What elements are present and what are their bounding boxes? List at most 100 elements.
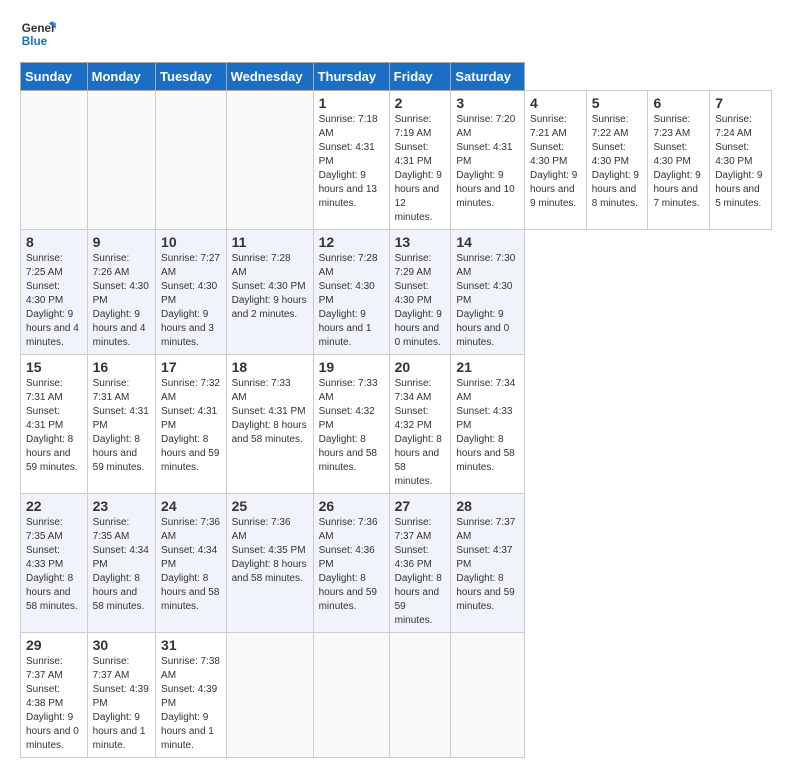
day-info: Sunrise: 7:31 AMSunset: 4:31 PMDaylight:… (93, 377, 150, 475)
day-info: Sunrise: 7:23 AMSunset: 4:30 PMDaylight:… (653, 113, 704, 211)
calendar-cell: 4Sunrise: 7:21 AMSunset: 4:30 PMDaylight… (525, 91, 587, 230)
calendar-cell: 15Sunrise: 7:31 AMSunset: 4:31 PMDayligh… (21, 355, 88, 494)
calendar-cell: 19Sunrise: 7:33 AMSunset: 4:32 PMDayligh… (313, 355, 389, 494)
day-info: Sunrise: 7:37 AMSunset: 4:36 PMDaylight:… (395, 516, 446, 628)
day-info: Sunrise: 7:33 AMSunset: 4:32 PMDaylight:… (319, 377, 384, 475)
day-info: Sunrise: 7:35 AMSunset: 4:34 PMDaylight:… (93, 516, 150, 614)
daylight-text: Daylight: 9 hours and 4 minutes. (26, 309, 79, 348)
sunset-text: Sunset: 4:31 PM (456, 142, 512, 167)
daylight-text: Daylight: 9 hours and 8 minutes. (592, 170, 639, 209)
calendar-cell: 9 Sunrise: 7:26 AMSunset: 4:30 PMDaylight… (87, 230, 155, 355)
day-number: 22 (26, 498, 82, 514)
calendar-cell (156, 91, 227, 230)
calendar-cell: 10Sunrise: 7:27 AMSunset: 4:30 PMDayligh… (156, 230, 227, 355)
day-number: 29 (26, 637, 82, 653)
sunrise-text: Sunrise: 7:18 AM (319, 114, 378, 139)
calendar-cell: 3Sunrise: 7:20 AMSunset: 4:31 PMDaylight… (451, 91, 525, 230)
calendar-cell (451, 633, 525, 758)
sunset-text: Sunset: 4:30 PM (456, 281, 512, 306)
sunset-text: Sunset: 4:34 PM (161, 545, 217, 570)
page-header: General Blue (20, 16, 772, 52)
svg-text:Blue: Blue (22, 35, 48, 48)
sunrise-text: Sunrise: 7:28 AM (319, 253, 378, 278)
daylight-text: Daylight: 9 hours and 9 minutes. (530, 170, 577, 209)
sunrise-text: Sunrise: 7:36 AM (319, 517, 378, 542)
sunset-text: Sunset: 4:30 PM (93, 281, 149, 306)
logo: General Blue (20, 16, 56, 52)
sunrise-text: Sunrise: 7:35 AM (93, 517, 130, 542)
sunrise-text: Sunrise: 7:37 AM (456, 517, 515, 542)
sunrise-text: Sunrise: 7:37 AM (395, 517, 432, 542)
sunset-text: Sunset: 4:32 PM (395, 406, 432, 431)
sunrise-text: Sunrise: 7:22 AM (592, 114, 629, 139)
daylight-text: Daylight: 9 hours and 1 minute. (161, 712, 214, 751)
daylight-text: Daylight: 8 hours and 58 minutes. (456, 434, 514, 473)
calendar-cell: 20 Sunrise: 7:34 AMSunset: 4:32 PMDayligh… (389, 355, 451, 494)
daylight-text: Daylight: 9 hours and 0 minutes. (26, 712, 79, 751)
sunset-text: Sunset: 4:31 PM (93, 406, 149, 431)
calendar-cell (87, 91, 155, 230)
sunset-text: Sunset: 4:37 PM (456, 545, 512, 570)
sunset-text: Sunset: 4:30 PM (319, 281, 375, 306)
daylight-text: Daylight: 8 hours and 58 minutes. (395, 434, 442, 487)
daylight-text: Daylight: 9 hours and 0 minutes. (395, 309, 442, 348)
logo-icon: General Blue (20, 16, 56, 52)
sunrise-text: Sunrise: 7:38 AM (161, 656, 220, 681)
sunrise-text: Sunrise: 7:33 AM (319, 378, 378, 403)
sunset-text: Sunset: 4:31 PM (232, 406, 306, 417)
sunset-text: Sunset: 4:34 PM (93, 545, 149, 570)
column-header-friday: Friday (389, 63, 451, 91)
day-number: 24 (161, 498, 221, 514)
day-info: Sunrise: 7:30 AMSunset: 4:30 PMDaylight:… (456, 252, 519, 350)
sunrise-text: Sunrise: 7:36 AM (161, 517, 220, 542)
day-info: Sunrise: 7:34 AMSunset: 4:33 PMDaylight:… (456, 377, 519, 475)
daylight-text: Daylight: 9 hours and 1 minute. (93, 712, 146, 751)
calendar-cell: 7Sunrise: 7:24 AMSunset: 4:30 PMDaylight… (710, 91, 772, 230)
sunrise-text: Sunrise: 7:31 AM (93, 378, 130, 403)
day-info: Sunrise: 7:33 AMSunset: 4:31 PMDaylight:… (232, 377, 308, 447)
sunset-text: Sunset: 4:36 PM (395, 545, 432, 570)
daylight-text: Daylight: 8 hours and 58 minutes. (232, 559, 307, 584)
day-info: Sunrise: 7:34 AMSunset: 4:32 PMDaylight:… (395, 377, 446, 489)
day-number: 28 (456, 498, 519, 514)
day-number: 15 (26, 359, 82, 375)
sunset-text: Sunset: 4:38 PM (26, 684, 63, 709)
sunset-text: Sunset: 4:30 PM (395, 281, 432, 306)
sunset-text: Sunset: 4:39 PM (161, 684, 217, 709)
sunset-text: Sunset: 4:30 PM (161, 281, 217, 306)
day-number: 9 (93, 234, 150, 250)
day-info: Sunrise: 7:36 AMSunset: 4:34 PMDaylight:… (161, 516, 221, 614)
day-number: 31 (161, 637, 221, 653)
daylight-text: Daylight: 8 hours and 58 minutes. (319, 434, 377, 473)
calendar-cell: 13Sunrise: 7:29 AMSunset: 4:30 PMDayligh… (389, 230, 451, 355)
day-number: 23 (93, 498, 150, 514)
day-number: 14 (456, 234, 519, 250)
calendar-table: SundayMondayTuesdayWednesdayThursdayFrid… (20, 62, 772, 758)
calendar-cell: 31 Sunrise: 7:38 AM Sunset: 4:39 PM Dayligh… (156, 633, 227, 758)
day-info: Sunrise: 7:26 AMSunset: 4:30 PMDaylight:… (93, 252, 150, 350)
calendar-cell: 14 Sunrise: 7:30 AMSunset: 4:30 PMDayligh… (451, 230, 525, 355)
day-number: 8 (26, 234, 82, 250)
column-header-thursday: Thursday (313, 63, 389, 91)
day-number: 1 (319, 95, 384, 111)
day-number: 21 (456, 359, 519, 375)
day-number: 25 (232, 498, 308, 514)
sunset-text: Sunset: 4:30 PM (653, 142, 690, 167)
sunrise-text: Sunrise: 7:27 AM (161, 253, 220, 278)
sunset-text: Sunset: 4:30 PM (26, 281, 63, 306)
calendar-cell: 30Sunrise: 7:37 AMSunset: 4:39 PMDayligh… (87, 633, 155, 758)
sunrise-text: Sunrise: 7:24 AM (715, 114, 752, 139)
day-number: 20 (395, 359, 446, 375)
sunset-text: Sunset: 4:31 PM (395, 142, 432, 167)
day-info: Sunrise: 7:28 AMSunset: 4:30 PMDaylight:… (232, 252, 308, 322)
day-info: Sunrise: 7:37 AMSunset: 4:39 PMDaylight:… (93, 655, 150, 753)
day-number: 10 (161, 234, 221, 250)
sunrise-text: Sunrise: 7:33 AM (232, 378, 291, 403)
daylight-text: Daylight: 9 hours and 10 minutes. (456, 170, 514, 209)
sunset-text: Sunset: 4:30 PM (592, 142, 629, 167)
day-number: 7 (715, 95, 766, 111)
sunrise-text: Sunrise: 7:23 AM (653, 114, 690, 139)
sunset-text: Sunset: 4:33 PM (26, 545, 63, 570)
daylight-text: Daylight: 9 hours and 5 minutes. (715, 170, 762, 209)
sunrise-text: Sunrise: 7:35 AM (26, 517, 63, 542)
